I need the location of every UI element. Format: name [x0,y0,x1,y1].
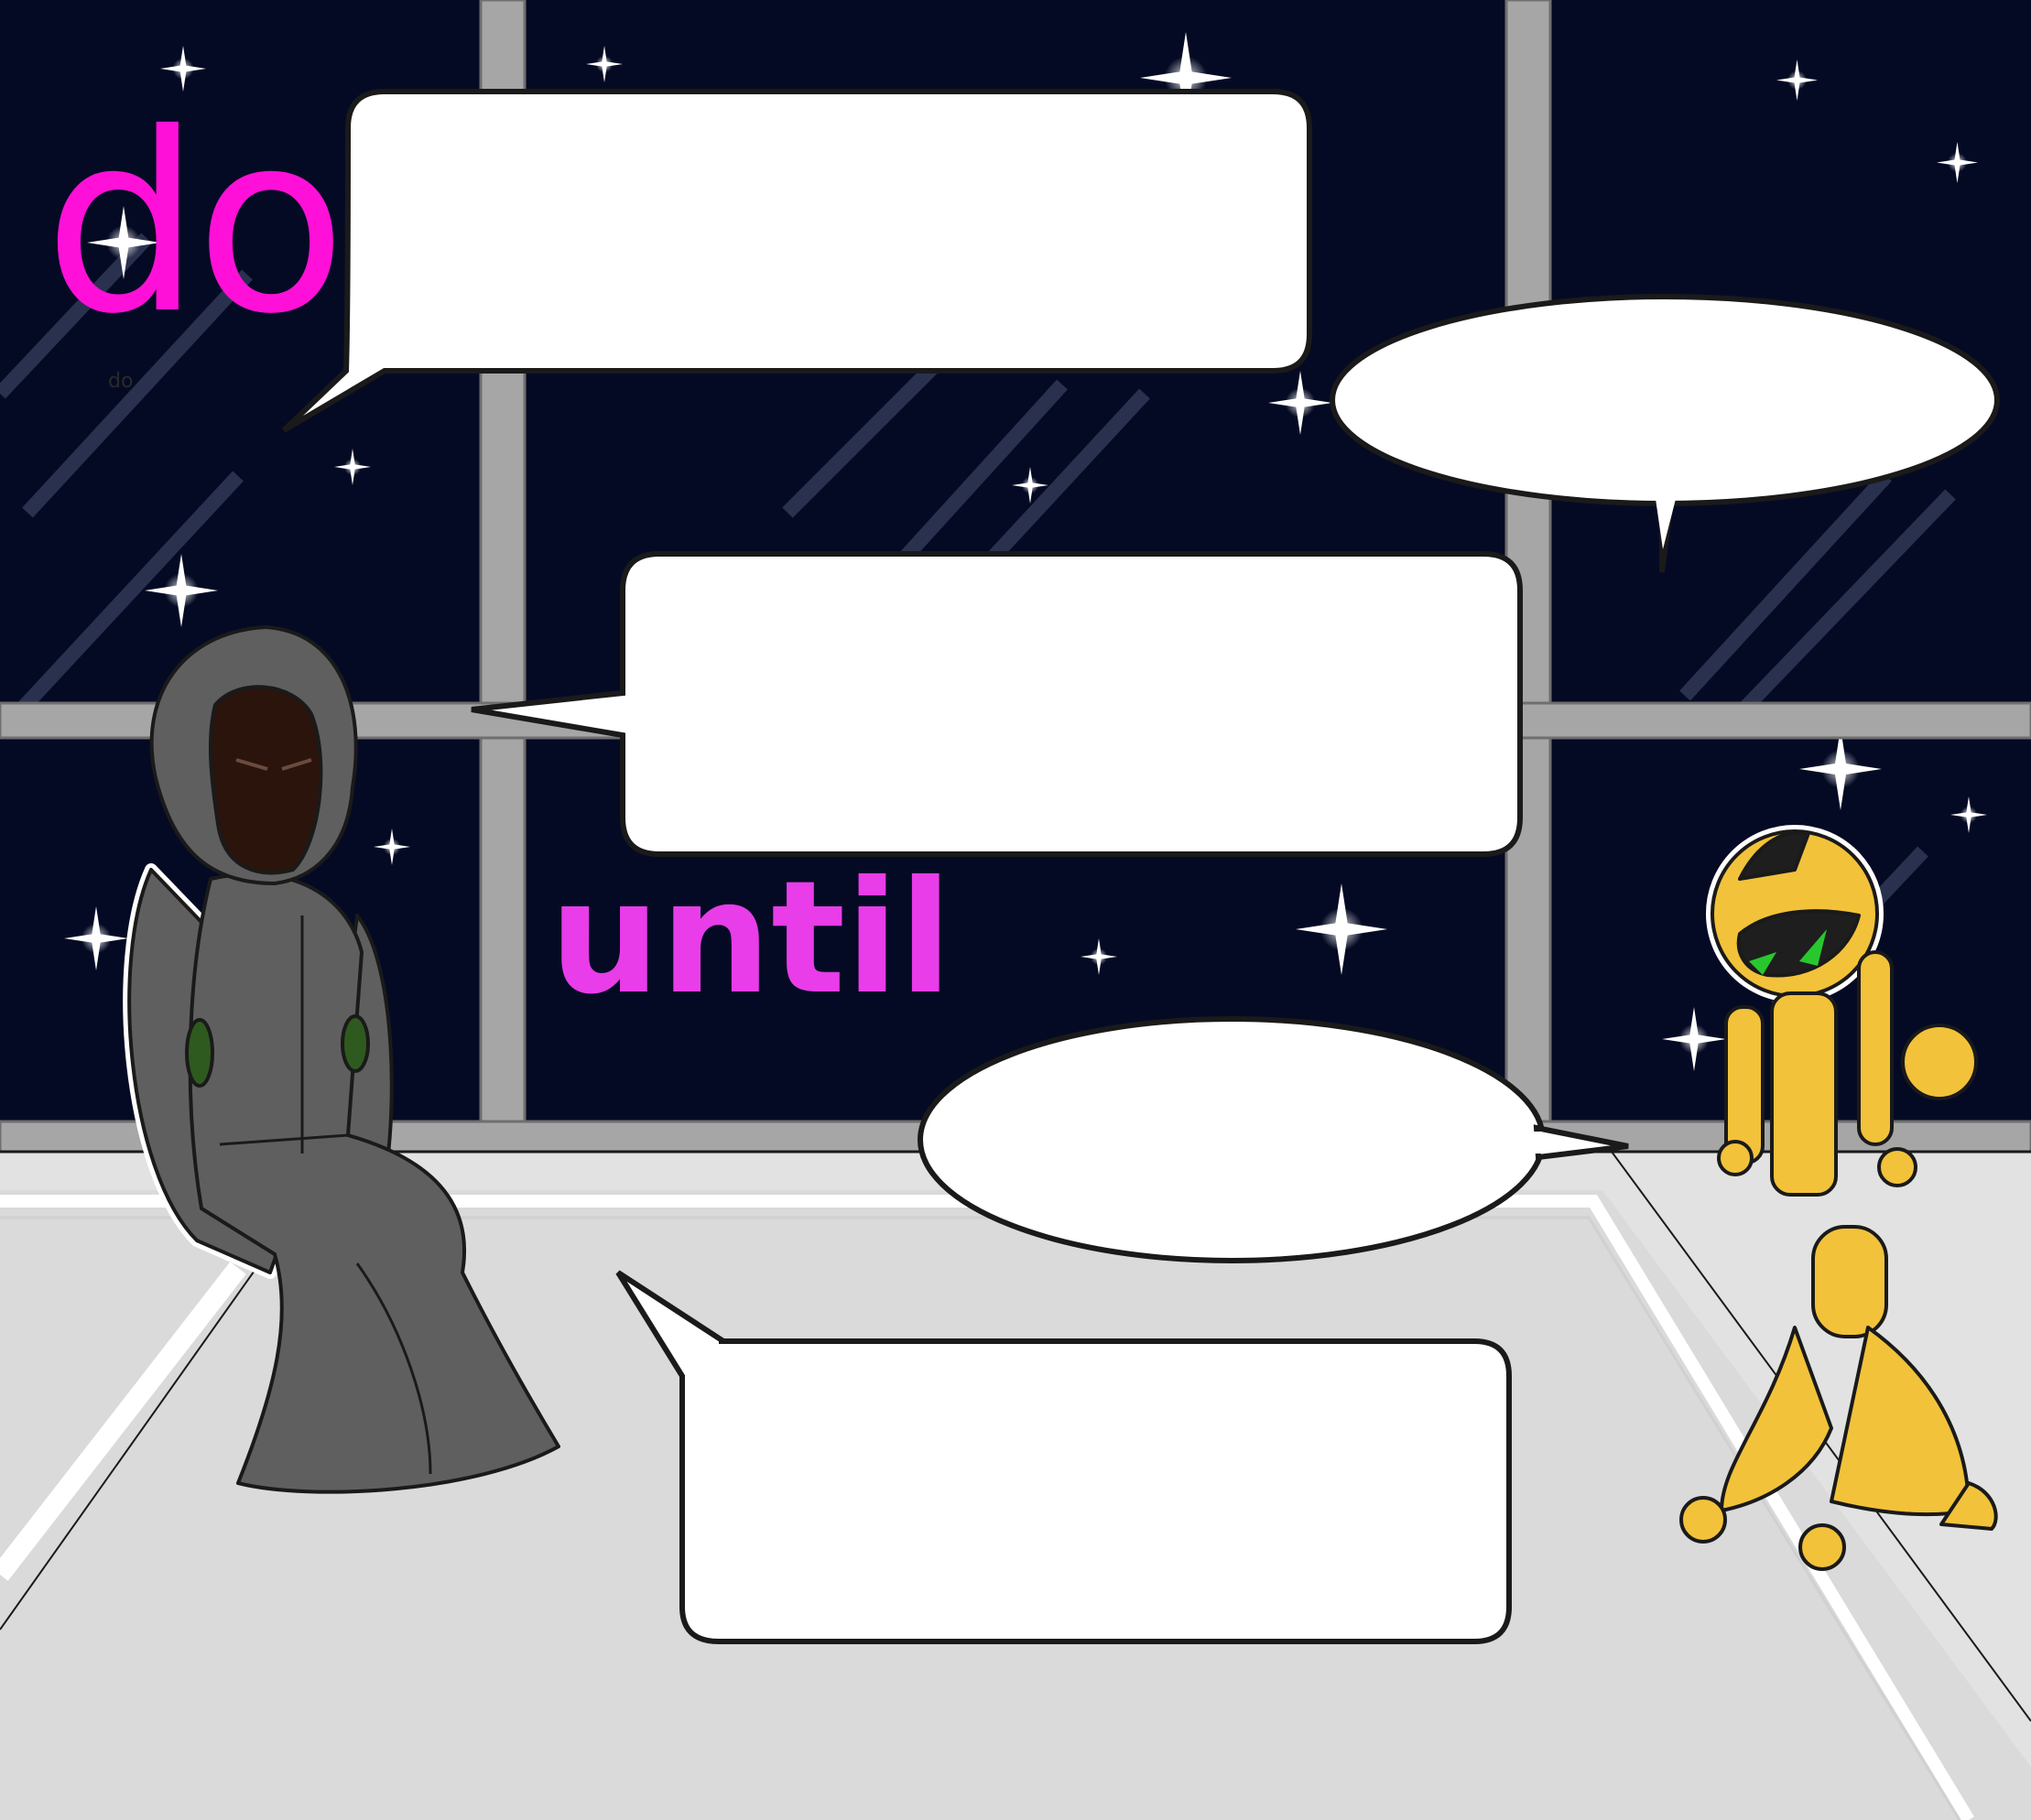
label-until: until [549,848,952,1029]
label-do-small: do [108,370,134,393]
label-do: do [44,80,347,368]
speech-bubble-3 [471,551,1523,857]
